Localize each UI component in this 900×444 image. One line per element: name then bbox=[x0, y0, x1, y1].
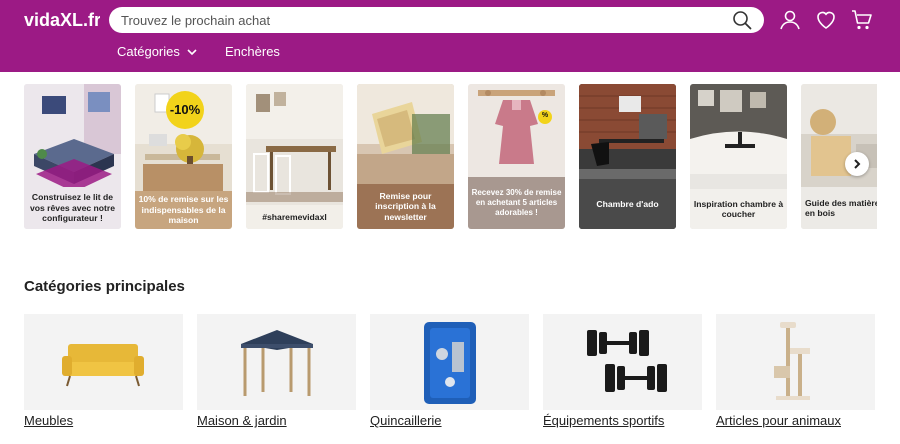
category-maison-jardin[interactable]: Maison & jardin bbox=[197, 314, 356, 428]
category-thumbnail[interactable] bbox=[716, 314, 875, 410]
category-quincaillerie[interactable]: Quincaillerie bbox=[370, 314, 529, 428]
search-bar bbox=[109, 7, 764, 33]
cart-icon[interactable] bbox=[850, 8, 874, 32]
chevron-right-icon bbox=[854, 159, 861, 169]
nav-encheres-label: Enchères bbox=[225, 44, 280, 59]
banner-bed-configurator[interactable]: Construisez le lit de vos rêves avec not… bbox=[24, 84, 121, 229]
main-nav: Catégories Enchères bbox=[0, 44, 900, 64]
vidaxl-logo[interactable]: vidaXL.fr bbox=[24, 6, 100, 34]
banner-10-percent[interactable]: -10% 10% de remise sur les indispensable… bbox=[135, 84, 232, 229]
category-label[interactable]: Maison & jardin bbox=[197, 413, 287, 428]
banner-chambre-ado[interactable]: Chambre d'ado bbox=[579, 84, 676, 229]
banner-30-percent[interactable]: % Recevez 30% de remise en achetant 5 ar… bbox=[468, 84, 565, 229]
banner-newsletter[interactable]: Remise pour inscription à la newsletter bbox=[357, 84, 454, 229]
category-meubles[interactable]: Meubles bbox=[24, 314, 183, 428]
banner-caption: 10% de remise sur les indispensables de … bbox=[135, 191, 232, 229]
nav-encheres[interactable]: Enchères bbox=[225, 44, 280, 59]
discount-badge-text: -10% bbox=[169, 102, 201, 117]
user-icon[interactable] bbox=[778, 8, 802, 32]
section-title-categories: Catégories principales bbox=[24, 278, 185, 295]
logo-text: vidaXL.fr bbox=[24, 10, 100, 30]
spray-gun-kit-image bbox=[424, 322, 476, 404]
nav-categories-label: Catégories bbox=[117, 44, 180, 59]
search-icon[interactable] bbox=[732, 10, 752, 30]
banner-caption: Guide des matières en bois bbox=[801, 187, 877, 229]
site-header: vidaXL.fr Catégories Enchères bbox=[0, 0, 900, 72]
category-label[interactable]: Quincaillerie bbox=[370, 413, 442, 428]
search-input[interactable] bbox=[121, 7, 721, 33]
sofa-image bbox=[62, 344, 144, 387]
carousel-next-button[interactable] bbox=[845, 152, 869, 176]
category-equipements-sportifs[interactable]: Équipements sportifs bbox=[543, 314, 702, 428]
banner-caption: Recevez 30% de remise en achetant 5 arti… bbox=[468, 177, 565, 229]
banner-caption: Chambre d'ado bbox=[579, 179, 676, 229]
category-articles-animaux[interactable]: Articles pour animaux bbox=[716, 314, 875, 428]
banner-caption: Remise pour inscription à la newsletter bbox=[357, 184, 454, 229]
category-thumbnail[interactable] bbox=[370, 314, 529, 410]
chevron-down-icon bbox=[187, 48, 197, 55]
cat-tree-image bbox=[774, 322, 810, 400]
category-thumbnail[interactable] bbox=[24, 314, 183, 410]
banner-caption: Construisez le lit de vos rêves avec not… bbox=[24, 187, 121, 229]
percent-badge-text: % bbox=[541, 112, 549, 119]
category-label[interactable]: Meubles bbox=[24, 413, 73, 428]
dumbbells-image bbox=[587, 330, 667, 392]
gazebo-image bbox=[241, 330, 313, 396]
banner-caption: Inspiration chambre à coucher bbox=[690, 189, 787, 229]
heart-icon[interactable] bbox=[814, 8, 838, 32]
category-label[interactable]: Équipements sportifs bbox=[543, 413, 664, 428]
category-thumbnail[interactable] bbox=[197, 314, 356, 410]
banner-sharemevidaxl[interactable]: #sharemevidaxl bbox=[246, 84, 343, 229]
nav-categories[interactable]: Catégories bbox=[117, 44, 198, 59]
promo-carousel: Construisez le lit de vos rêves avec not… bbox=[24, 84, 877, 230]
banner-caption: #sharemevidaxl bbox=[246, 205, 343, 229]
category-label[interactable]: Articles pour animaux bbox=[716, 413, 841, 428]
banner-inspiration-chambre[interactable]: Inspiration chambre à coucher bbox=[690, 84, 787, 229]
category-thumbnail[interactable] bbox=[543, 314, 702, 410]
